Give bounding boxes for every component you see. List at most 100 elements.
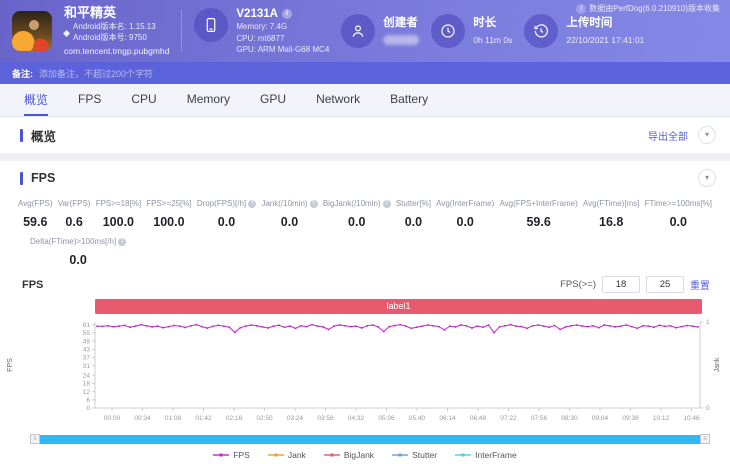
android-version-name: Android版本名: 1.15.13 xyxy=(73,22,156,32)
fps-threshold-high-input[interactable] xyxy=(646,276,684,293)
help-icon[interactable]: ? xyxy=(309,199,318,208)
svg-text:03:58: 03:58 xyxy=(317,415,334,422)
legend-item-bigjank[interactable]: BigJank xyxy=(323,450,374,460)
stat-label: FPS>=18[%] xyxy=(95,199,142,208)
svg-text:00:34: 00:34 xyxy=(134,415,151,422)
legend-item-fps[interactable]: FPS xyxy=(213,450,250,460)
duration-value: 0h 11m 0s xyxy=(473,35,513,45)
svg-text:6: 6 xyxy=(86,397,90,404)
collapse-overview-button[interactable]: ▾ xyxy=(698,126,716,144)
title-accent-bar xyxy=(20,128,23,142)
svg-text:03:24: 03:24 xyxy=(287,415,304,422)
svg-text:10:12: 10:12 xyxy=(653,415,670,422)
svg-text:06:14: 06:14 xyxy=(439,415,456,422)
svg-text:0: 0 xyxy=(86,405,90,412)
legend-marker-icon xyxy=(392,453,409,457)
device-info-icon[interactable]: i xyxy=(281,8,292,19)
scrollbar-handle-left[interactable]: ≡ xyxy=(30,434,40,444)
legend-item-jank[interactable]: Jank xyxy=(267,450,306,460)
upload-time-block: 上传时间 22/10/2021 17:41:01 xyxy=(524,14,644,48)
tab-battery[interactable]: Battery xyxy=(390,84,428,116)
reset-threshold-link[interactable]: 重置 xyxy=(690,277,710,292)
note-placeholder: 添加备注，不超过200个字符 xyxy=(39,68,154,79)
legend-item-stutter[interactable]: Stutter xyxy=(392,450,437,460)
device-model: V2131A xyxy=(236,7,278,20)
stat-value: 0.6 xyxy=(65,215,83,229)
svg-text:Jank: Jank xyxy=(714,357,721,372)
svg-text:31: 31 xyxy=(83,363,91,370)
scrollbar-handle-right[interactable]: ≡ xyxy=(700,434,710,444)
fps-section-title: FPS xyxy=(20,171,55,185)
tab-cpu[interactable]: CPU xyxy=(131,84,156,116)
scrollbar-track[interactable] xyxy=(40,434,700,444)
stat-avg-ftime-ms-: Avg(FTime)[ms] 16.8 xyxy=(583,199,639,229)
section-gap xyxy=(0,153,730,161)
legend-marker-icon xyxy=(323,453,340,457)
game-title: 和平精英 xyxy=(64,5,117,21)
svg-text:09:04: 09:04 xyxy=(592,415,609,422)
help-icon[interactable]: ? xyxy=(382,199,391,208)
stat-drop-fps-h-: Drop(FPS)[/h]? 0.0 xyxy=(197,199,257,229)
help-icon[interactable]: ? xyxy=(118,237,127,246)
stat-value: 100.0 xyxy=(102,215,134,229)
svg-text:49: 49 xyxy=(83,338,91,345)
game-app-icon xyxy=(12,11,52,51)
stat-label: Jank(/10min) xyxy=(261,199,308,208)
svg-text:55: 55 xyxy=(83,330,91,337)
collected-by-note: i 数据由PerfDog(6.0.210910)版本收集 xyxy=(576,3,720,14)
note-label: 备注: xyxy=(12,68,33,79)
fps-card: FPS ▾ Avg(FPS) 59.6 Var(FPS) 0.6 FPS>=18[%] 1… xyxy=(0,161,730,464)
tab-network[interactable]: Network xyxy=(316,84,360,116)
stat-stutter-: Stutter[%] 0.0 xyxy=(396,199,431,229)
label1-annotation-banner: label1 xyxy=(95,299,702,314)
fps-threshold-low-input[interactable] xyxy=(602,276,640,293)
tab-memory[interactable]: Memory xyxy=(187,84,230,116)
stat-fps-25-: FPS>=25[%] 100.0 xyxy=(146,199,191,229)
phone-icon xyxy=(194,7,229,42)
svg-text:01:42: 01:42 xyxy=(195,415,212,422)
user-icon xyxy=(341,14,376,48)
svg-text:06:48: 06:48 xyxy=(470,415,487,422)
fps-line-chart[interactable]: 615549433731241812601000:00 00:34 01:08 01:… xyxy=(0,314,730,432)
stat-value: 16.8 xyxy=(599,215,624,229)
device-gpu: GPU: ARM Mali-G68 MC4 xyxy=(236,45,330,55)
stat-value: 0.0 xyxy=(69,253,87,267)
stat-avg-interframe-: Avg(InterFrame) 0.0 xyxy=(436,199,494,229)
export-all-link[interactable]: 导出全部 xyxy=(648,128,688,143)
duration-label: 时长 xyxy=(473,17,497,29)
stat-label: Avg(FPS) xyxy=(18,199,53,208)
legend-item-interframe[interactable]: InterFrame xyxy=(455,450,517,460)
chart-scrollbar[interactable]: ≡ ≡ xyxy=(30,434,710,444)
svg-text:24: 24 xyxy=(83,372,91,379)
legend-marker-icon xyxy=(455,453,472,457)
package-name: com.tencent.tmgp.pubgmhd xyxy=(64,46,170,57)
stat-value: 0.0 xyxy=(456,215,474,229)
collapse-fps-button[interactable]: ▾ xyxy=(698,169,716,187)
stat-value: 0.0 xyxy=(348,215,366,229)
fps-threshold-label: FPS(>=) xyxy=(560,279,596,290)
tab-gpu[interactable]: GPU xyxy=(260,84,286,116)
svg-text:08:30: 08:30 xyxy=(561,415,578,422)
history-clock-icon xyxy=(524,14,559,48)
fps-threshold-controls: FPS(>=) 重置 xyxy=(560,276,710,293)
stat-var-fps-: Var(FPS) 0.6 xyxy=(58,199,91,229)
tab-overview[interactable]: 概览 xyxy=(24,84,49,116)
svg-text:0: 0 xyxy=(706,405,710,412)
report-header: 和平精英 Android版本名: 1.15.13 Android版本号: 975… xyxy=(0,0,730,62)
note-bar[interactable]: 备注: 添加备注，不超过200个字符 xyxy=(0,62,730,84)
svg-text:37: 37 xyxy=(83,355,91,362)
legend-label: Jank xyxy=(287,450,306,460)
device-memory: Memory: 7.4G xyxy=(236,22,288,32)
help-icon[interactable]: ? xyxy=(248,199,257,208)
svg-text:09:38: 09:38 xyxy=(622,415,639,422)
stat-label: Avg(FPS+InterFrame) xyxy=(499,199,578,208)
info-icon: i xyxy=(576,3,587,14)
stat-value: 0.0 xyxy=(280,215,299,229)
upload-time-value: 22/10/2021 17:41:01 xyxy=(566,35,645,45)
svg-text:02:16: 02:16 xyxy=(226,415,243,422)
stat-delta-ftime-100ms-h-: Delta(FTime)>100ms[/h]? 0.0 xyxy=(30,237,127,267)
stat-label: Stutter[%] xyxy=(395,199,431,208)
tab-fps[interactable]: FPS xyxy=(78,84,101,116)
stat-fps-18-: FPS>=18[%] 100.0 xyxy=(96,199,141,229)
svg-text:05:40: 05:40 xyxy=(409,415,426,422)
